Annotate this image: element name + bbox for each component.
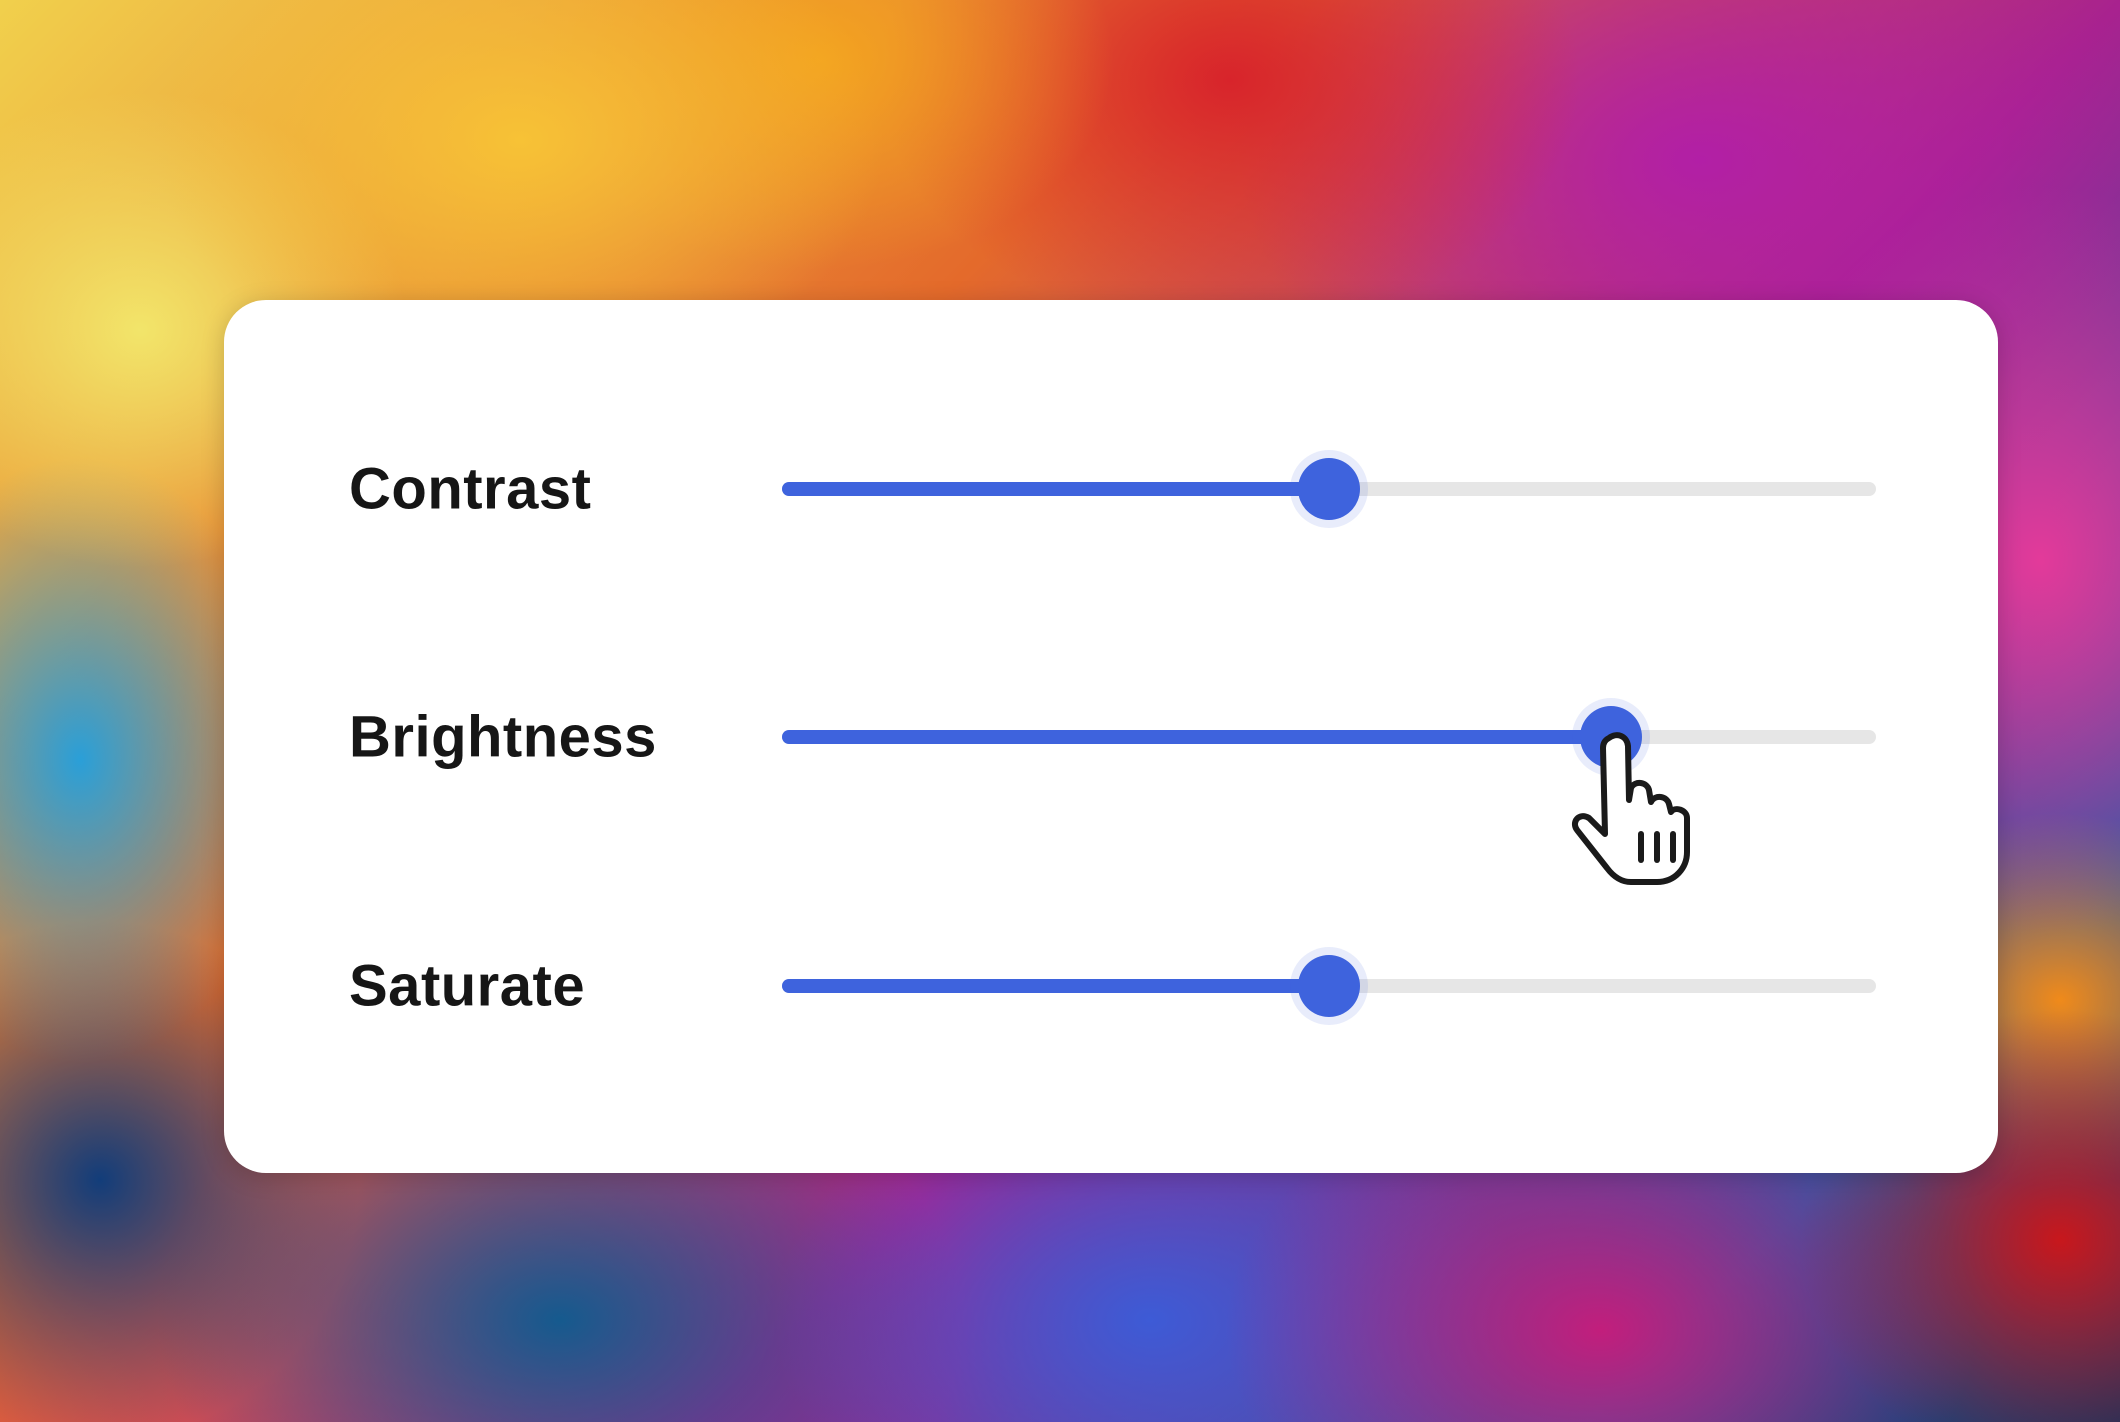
- contrast-slider-fill: [782, 482, 1329, 496]
- contrast-row: Contrast: [224, 449, 1998, 529]
- brightness-label: Brightness: [349, 704, 657, 770]
- hand-pointer-icon: [1571, 732, 1690, 885]
- brightness-slider[interactable]: [782, 706, 1876, 768]
- contrast-slider[interactable]: [782, 458, 1876, 520]
- saturate-slider[interactable]: [782, 955, 1876, 1017]
- contrast-label: Contrast: [349, 456, 592, 522]
- saturate-label: Saturate: [349, 953, 586, 1019]
- brightness-slider-fill: [782, 730, 1612, 744]
- adjustments-panel: Contrast Brightness Saturate: [224, 300, 1998, 1173]
- saturate-slider-thumb[interactable]: [1298, 955, 1360, 1017]
- saturate-row: Saturate: [224, 946, 1998, 1026]
- saturate-slider-fill: [782, 979, 1329, 993]
- contrast-slider-thumb[interactable]: [1298, 458, 1360, 520]
- brightness-row: Brightness: [224, 697, 1998, 777]
